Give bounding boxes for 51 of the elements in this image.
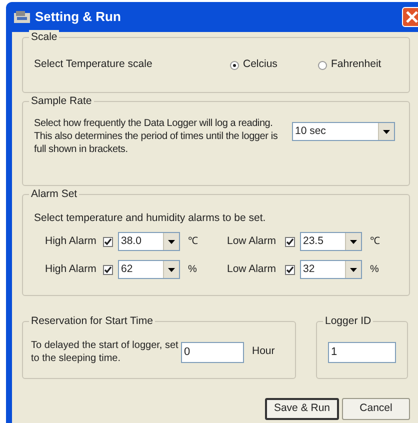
checkbox[interactable]	[103, 236, 113, 246]
window-icon	[14, 11, 30, 23]
unit-label: Hour	[252, 344, 275, 360]
dropdown-field[interactable]: 10 sec	[292, 122, 395, 141]
alarm-label: Low Alarm	[227, 262, 278, 277]
dropdown-value: 38.0	[120, 234, 142, 249]
dropdown-button[interactable]	[163, 261, 179, 278]
dropdown-value: 32	[302, 262, 316, 277]
radio-label[interactable]: Celcius	[243, 57, 278, 73]
caret-icon	[350, 268, 357, 272]
checkbox[interactable]	[103, 264, 113, 274]
unit-label: %	[370, 263, 379, 277]
close-icon	[406, 11, 418, 23]
description-text: Select how frequently the Data Logger will log a reading. This also determines the period of times until the logger is full shown in brackets.	[34, 117, 279, 156]
unit-label: ℃	[370, 235, 380, 249]
window-title: Setting & Run	[35, 8, 122, 26]
dropdown-field[interactable]: 32	[300, 260, 362, 279]
dropdown-button[interactable]	[345, 233, 361, 250]
group-label: Sample Rate	[29, 94, 94, 108]
caret-icon	[168, 240, 175, 244]
checkbox[interactable]	[285, 236, 295, 246]
dialog-button[interactable]: Cancel	[342, 398, 410, 420]
alarm-label: Low Alarm	[227, 234, 278, 249]
radio-label[interactable]: Fahrenheit	[331, 57, 382, 73]
radio-button[interactable]	[318, 60, 327, 70]
close-button[interactable]	[402, 7, 418, 27]
caret-icon	[350, 240, 357, 244]
dropdown-button[interactable]	[345, 261, 361, 278]
prompt-text: Select Temperature scale	[34, 57, 154, 72]
alarm-label: High Alarm	[45, 234, 98, 249]
unit-label: ℃	[188, 235, 198, 249]
dropdown-button[interactable]	[163, 233, 179, 250]
dropdown-value: 10 sec	[294, 124, 327, 139]
description-text: To delayed the start of logger, set to the sleeping time.	[31, 339, 180, 365]
dropdown-field[interactable]: 62	[118, 260, 180, 279]
dropdown-value: 62	[120, 262, 134, 277]
unit-label: %	[188, 263, 197, 277]
group-label: Logger ID	[323, 314, 374, 328]
checkbox[interactable]	[285, 264, 295, 274]
dropdown-button[interactable]	[378, 123, 394, 140]
caret-icon	[168, 268, 175, 272]
dropdown-field[interactable]: 23.5	[300, 232, 362, 251]
input-field[interactable]: 0	[181, 342, 244, 362]
alarm-label: High Alarm	[45, 262, 98, 277]
input-field[interactable]: 1	[328, 342, 396, 362]
dropdown-field[interactable]: 38.0	[118, 232, 180, 251]
dialog-button[interactable]: Save & Run	[265, 398, 339, 420]
caret-icon	[383, 130, 390, 134]
radio-button[interactable]	[230, 60, 239, 70]
dropdown-value: 23.5	[302, 234, 324, 249]
prompt-text: Select temperature and humidity alarms to be set.	[34, 211, 267, 225]
